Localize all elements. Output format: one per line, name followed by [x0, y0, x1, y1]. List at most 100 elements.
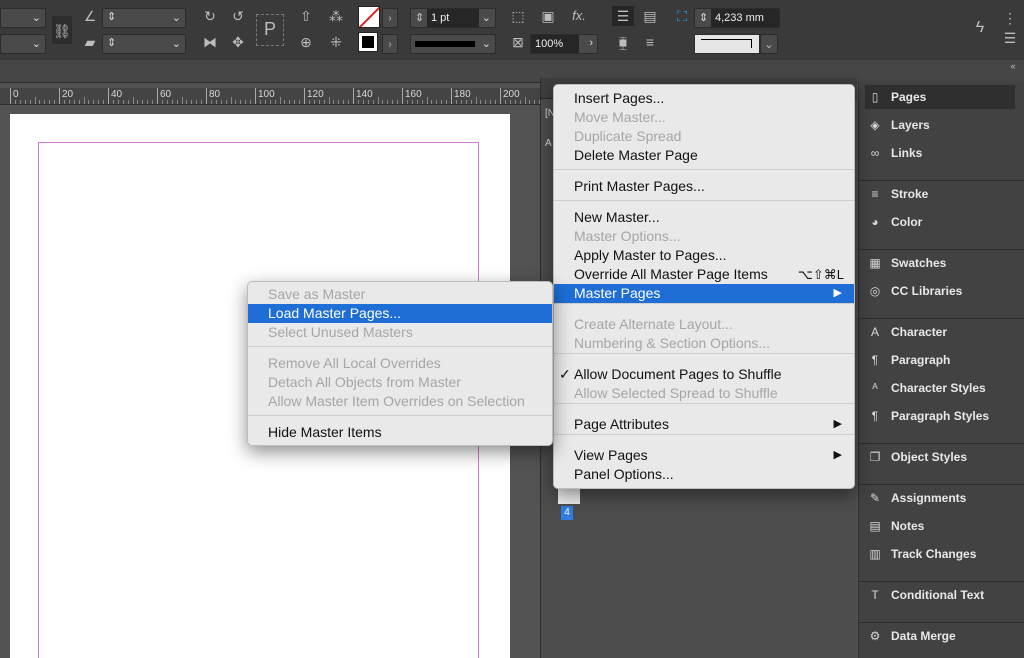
menu-item-override-all-master-page-items[interactable]: Override All Master Page Items ⌥⇧⌘L — [554, 265, 854, 284]
ruler-minor-tick — [191, 100, 193, 104]
stroke-swatch-icon[interactable] — [358, 32, 378, 52]
dock-item-color[interactable]: ◕ Color — [865, 210, 1015, 234]
layers-icon: ◈ — [870, 118, 880, 132]
menu-item-master-options: Master Options... — [554, 227, 854, 246]
reference-x-dropdown[interactable]: ⌄ — [0, 8, 46, 28]
align-middle-icon[interactable]: ⧯ — [612, 32, 634, 52]
ruler-minor-tick — [446, 100, 448, 104]
constrain-proportions-icon[interactable]: ⛓ — [52, 16, 72, 44]
effects-fx-icon[interactable]: fx. — [566, 6, 592, 26]
ruler-minor-tick — [98, 100, 100, 104]
shear-angle-field[interactable]: ⇕ ⌄ — [102, 34, 186, 54]
menu-item-insert-pages[interactable]: Insert Pages... — [554, 89, 854, 108]
menu-item-view-pages[interactable]: View Pages ▶ — [554, 446, 854, 465]
flip-vertical-icon[interactable]: ✥ — [228, 32, 248, 52]
submenu-arrow-icon: ▶ — [833, 418, 842, 430]
ruler-tick-label: 140 — [356, 89, 373, 100]
menu-item-move-master: Move Master... — [554, 108, 854, 127]
dock-item-paragraph[interactable]: ¶ Paragraph — [865, 348, 1015, 372]
dock-item-swatches[interactable]: ▦ Swatches — [865, 251, 1015, 275]
stroke-weight-value[interactable]: 1 pt — [427, 9, 479, 27]
character-icon: A — [870, 325, 879, 339]
stroke-type-dropdown[interactable]: ⌄ — [410, 34, 496, 54]
corner-size-value[interactable]: 4,233 mm — [711, 9, 779, 27]
opacity-field[interactable]: 100% › — [530, 34, 598, 54]
corner-options-icon[interactable]: ⛶ — [672, 6, 692, 26]
ruler-minor-tick — [377, 97, 379, 104]
lightning-icon[interactable]: ϟ — [970, 18, 990, 42]
submenu-item-remove-all-local-overrides: Remove All Local Overrides — [248, 354, 552, 373]
dock-item-assignments[interactable]: ✎ Assignments — [865, 486, 1015, 510]
dock-item-label: Notes — [891, 519, 925, 533]
ruler-major-tick — [353, 88, 354, 104]
dock-item-paragraph-styles[interactable]: ¶ Paragraph Styles — [865, 404, 1015, 428]
dock-item-stroke[interactable]: ≡ Stroke — [865, 182, 1015, 206]
ruler-minor-tick — [63, 100, 65, 104]
document-tab-strip: « — [0, 60, 1024, 83]
ruler-minor-tick — [406, 100, 408, 104]
dock-item-layers[interactable]: ◈ Layers — [865, 113, 1015, 137]
dock-item-label: Character — [891, 325, 948, 339]
submenu-item-hide-master-items[interactable]: Hide Master Items — [248, 423, 552, 442]
dock-item-object-styles[interactable]: ❐ Object Styles — [865, 445, 1015, 469]
fill-dropdown-arrow[interactable]: › — [382, 8, 398, 28]
ruler-minor-tick — [225, 100, 227, 104]
frame-fitting-icon[interactable]: ▣ — [538, 6, 558, 26]
dock-item-links[interactable]: ∞ Links — [865, 141, 1015, 165]
select-previous-object-icon[interactable]: ⁂ — [326, 6, 346, 26]
reference-y-dropdown[interactable]: ⌄ — [0, 34, 46, 54]
menu-item-delete-master-page[interactable]: Delete Master Page — [554, 146, 854, 165]
ruler-minor-tick — [54, 100, 56, 104]
fill-none-swatch-icon[interactable] — [358, 6, 380, 28]
ruler-minor-tick — [93, 100, 95, 104]
dock-item-character-styles[interactable]: ᴬ Character Styles — [865, 376, 1015, 400]
menu-item-label: Allow Selected Spread to Shuffle — [574, 385, 778, 401]
select-content-icon[interactable]: ⊕ — [296, 32, 316, 52]
text-wrap-icon[interactable]: ⬚ — [508, 6, 528, 26]
ruler-minor-tick — [372, 100, 374, 104]
dock-item-cc-libraries[interactable]: ◎ CC Libraries — [865, 279, 1015, 303]
collapse-panels-icon[interactable]: « — [1004, 60, 1022, 72]
menu-item-print-master-pages[interactable]: Print Master Pages... — [554, 177, 854, 196]
control-bar-menu-icon[interactable]: ⋮ ☰ — [1000, 8, 1020, 48]
rotation-angle-field[interactable]: ⇕ ⌄ — [102, 8, 186, 28]
stroke-dropdown-arrow[interactable]: › — [382, 34, 398, 54]
menu-item-apply-master-to-pages[interactable]: Apply Master to Pages... — [554, 246, 854, 265]
rotate-counterclockwise-icon[interactable]: ↺ — [228, 6, 248, 26]
submenu-item-load-master-pages[interactable]: Load Master Pages... — [248, 304, 552, 323]
align-bottom-icon[interactable]: ≡ — [640, 32, 660, 52]
dock-item-character[interactable]: A Character — [865, 320, 1015, 344]
menu-item-master-pages[interactable]: Master Pages ▶ — [554, 284, 854, 303]
rotate-clockwise-icon[interactable]: ↻ — [200, 6, 220, 26]
menu-item-label: Allow Master Item Overrides on Selection — [268, 393, 525, 409]
opacity-value[interactable]: 100% — [531, 35, 579, 53]
ruler-major-tick — [157, 88, 158, 104]
corner-shape-arrow[interactable]: ⌄ — [760, 34, 778, 54]
align-center-icon[interactable]: ▤ — [640, 6, 660, 26]
shear-angle-icon: ▰ — [84, 34, 96, 50]
stroke-weight-field[interactable]: ⇕ 1 pt ⌄ — [410, 8, 496, 28]
ruler-minor-tick — [122, 100, 124, 104]
select-container-icon[interactable]: ⇧ — [296, 6, 316, 26]
dock-item-pages[interactable]: ▯ Pages — [865, 85, 1015, 109]
menu-item-panel-options[interactable]: Panel Options... — [554, 465, 854, 484]
ruler-minor-tick — [426, 97, 428, 104]
dock-item-conditional-text[interactable]: T Conditional Text — [865, 583, 1015, 607]
dock-group-separator — [859, 581, 1024, 582]
ruler-minor-tick — [485, 100, 487, 104]
ruler-minor-tick — [147, 100, 149, 104]
corner-size-field[interactable]: ⇕ 4,233 mm — [694, 8, 780, 28]
dock-item-label: Paragraph — [891, 353, 951, 367]
dock-item-notes[interactable]: ▤ Notes — [865, 514, 1015, 538]
corner-shape-dropdown[interactable] — [694, 34, 760, 54]
dock-item-track-changes[interactable]: ▥ Track Changes — [865, 542, 1015, 566]
dock-item-label: Stroke — [891, 187, 929, 201]
select-next-object-icon[interactable]: ⁜ — [326, 32, 346, 52]
ruler-minor-tick — [421, 100, 423, 104]
align-top-icon[interactable]: ☰ — [612, 6, 634, 26]
menu-item-allow-document-pages-to-shuffle[interactable]: ✓ Allow Document Pages to Shuffle — [554, 365, 854, 384]
flip-horizontal-icon[interactable]: ⧓ — [200, 32, 220, 52]
dock-item-data-merge[interactable]: ⚙ Data Merge — [865, 624, 1015, 648]
menu-item-new-master[interactable]: New Master... — [554, 208, 854, 227]
menu-item-page-attributes[interactable]: Page Attributes ▶ — [554, 415, 854, 434]
